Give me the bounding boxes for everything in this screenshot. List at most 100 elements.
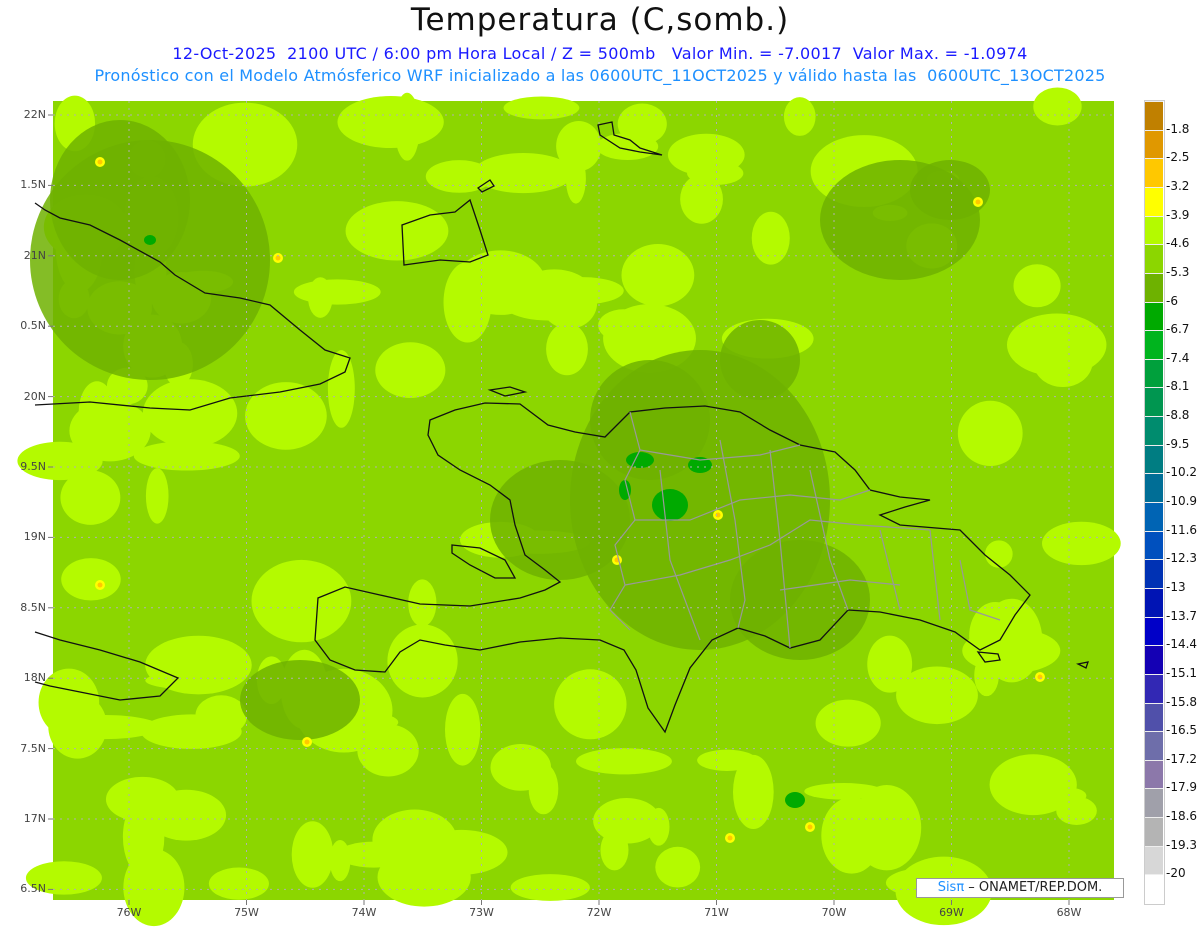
- legend-label: -18.6: [1166, 809, 1198, 824]
- shade-region: [647, 807, 670, 846]
- lat-label: 6.5N: [20, 882, 46, 896]
- legend-label: -12.3: [1166, 551, 1198, 566]
- lon-label: 72W: [586, 906, 612, 919]
- shade-region: [387, 624, 458, 698]
- temperature-map: [17, 87, 1121, 927]
- legend-label: -19.3: [1166, 837, 1198, 852]
- shade-region: [985, 540, 1013, 568]
- shade-region: [655, 846, 701, 888]
- lat-label: 17N: [23, 812, 46, 825]
- legend-label: -2.5: [1166, 150, 1190, 165]
- shade-region: [621, 244, 695, 307]
- shade-region: [394, 92, 420, 161]
- shade-region: [304, 739, 310, 745]
- shade-region: [50, 715, 160, 740]
- legend-label: -6: [1166, 293, 1178, 308]
- shade-region: [308, 277, 333, 318]
- legend-swatch: [1145, 416, 1163, 446]
- shade-region: [576, 748, 672, 775]
- shade-region: [97, 582, 103, 588]
- lon-label: 70W: [821, 906, 847, 919]
- shade-region: [251, 559, 352, 643]
- shade-region: [327, 350, 355, 428]
- shade-region: [408, 579, 437, 627]
- legend-label: -10.2: [1166, 465, 1198, 480]
- shade-region: [145, 468, 169, 524]
- lon-label: 76W: [116, 906, 142, 919]
- legend-swatch: [1145, 759, 1163, 790]
- legend-label: -9.5: [1166, 436, 1190, 451]
- legend-label: -4.6: [1166, 236, 1190, 251]
- shade-region: [61, 558, 121, 601]
- legend-swatch: [1145, 186, 1163, 217]
- lat-label: 9.5N: [20, 460, 46, 473]
- lat-label: 18N: [23, 671, 46, 685]
- shade-region: [1056, 796, 1097, 825]
- legend-swatch: [1145, 301, 1163, 332]
- shade-region: [510, 874, 590, 901]
- legend-label: -13: [1166, 579, 1186, 594]
- legend-label: -20: [1166, 866, 1186, 881]
- shade-region: [142, 379, 238, 448]
- legend-swatch: [1145, 272, 1163, 303]
- legend-label: -17.2: [1166, 751, 1198, 766]
- legend-label: -10.9: [1166, 494, 1198, 508]
- shade-region: [293, 279, 381, 305]
- shade-region: [357, 724, 419, 777]
- shade-region: [291, 821, 334, 888]
- legend-swatch: [1145, 101, 1163, 131]
- legend-swatch: [1145, 788, 1163, 819]
- shade-region: [345, 201, 449, 261]
- shade-region: [223, 125, 251, 144]
- shade-region: [146, 789, 227, 841]
- lat-label: 0.5N: [20, 319, 46, 333]
- shade-region: [751, 211, 790, 265]
- lat-label: 1.5N: [20, 178, 46, 192]
- shade-region: [975, 199, 981, 205]
- shade-region: [652, 489, 688, 521]
- shade-region: [807, 824, 813, 830]
- shade-region: [910, 160, 990, 220]
- lon-label: 69W: [939, 906, 964, 919]
- shade-region: [528, 763, 559, 815]
- shade-region: [503, 96, 580, 120]
- lat-label: 22N: [23, 108, 46, 121]
- legend-swatch: [1145, 645, 1163, 675]
- shade-region: [245, 382, 327, 450]
- lon-label: 74W: [351, 906, 377, 919]
- lon-label: 68W: [1056, 906, 1082, 919]
- lat-label: 7.5N: [20, 741, 46, 755]
- legend-swatch: [1145, 158, 1163, 188]
- shade-region: [240, 660, 360, 740]
- lat-label: 19N: [23, 530, 46, 544]
- shade-region: [730, 540, 870, 660]
- legend-label: -1.8: [1166, 121, 1190, 136]
- legend-label: -13.7: [1166, 608, 1198, 623]
- shade-region: [783, 97, 816, 136]
- shade-region: [97, 159, 103, 165]
- shade-region: [785, 792, 805, 808]
- shade-region: [727, 835, 733, 841]
- shade-region: [141, 714, 242, 749]
- lon-label: 71W: [704, 906, 729, 919]
- legend-label: -15.8: [1166, 694, 1198, 709]
- legend-swatch: [1145, 845, 1163, 876]
- lon-label: 75W: [234, 906, 259, 919]
- shade-region: [626, 452, 654, 468]
- legend-label: -8.8: [1166, 408, 1190, 423]
- legend-label: -11.6: [1166, 522, 1198, 537]
- legend-swatch: [1145, 731, 1163, 761]
- shade-region: [60, 470, 121, 525]
- shade-region: [375, 342, 446, 398]
- shade-region: [596, 133, 659, 161]
- shade-region: [336, 841, 411, 868]
- shade-region: [1013, 264, 1061, 308]
- lat-label: 20N: [23, 389, 46, 403]
- legend-label: -8.1: [1166, 379, 1190, 394]
- shade-region: [1037, 674, 1043, 680]
- lat-label: 8.5N: [20, 600, 46, 614]
- shade-region: [720, 320, 800, 400]
- shade-region: [815, 699, 881, 747]
- shade-region: [600, 829, 629, 871]
- legend-swatch: [1145, 387, 1163, 418]
